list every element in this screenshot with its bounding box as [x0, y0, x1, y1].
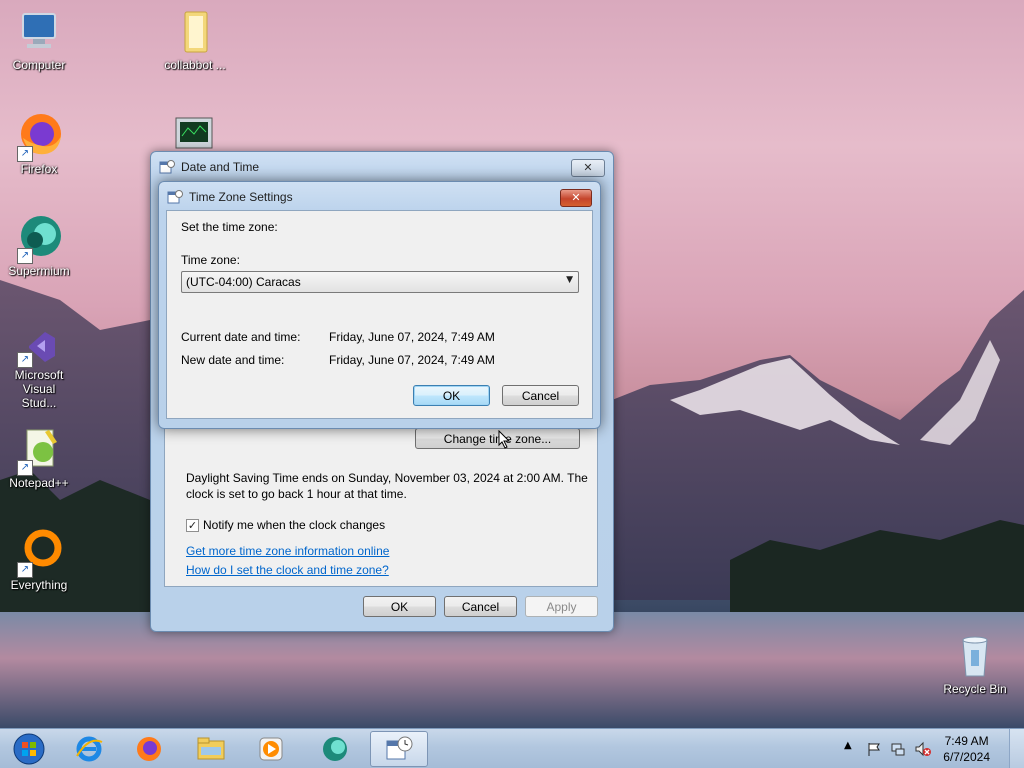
time-zone-label: Time zone: [181, 253, 240, 267]
how-to-link[interactable]: How do I set the clock and time zone? [186, 563, 389, 577]
taskbar-date-time[interactable] [370, 731, 428, 767]
start-button[interactable] [2, 731, 56, 767]
time-zone-settings-dialog: Time Zone Settings ✕ Set the time zone: … [158, 181, 601, 429]
desktop-icon-label: Notepad++ [9, 476, 69, 490]
taskbar-file-explorer[interactable] [184, 731, 238, 767]
desktop-icon-notepadpp[interactable]: ↗ Notepad++ [1, 426, 77, 490]
new-time-value: Friday, June 07, 2024, 7:49 AM [329, 353, 495, 367]
desktop-icon-label: Computer [12, 58, 66, 72]
desktop-icon-supermium[interactable]: ↗ Supermium [1, 214, 77, 278]
shortcut-arrow-icon: ↗ [17, 146, 33, 162]
clock-time: 7:49 AM [944, 734, 989, 748]
mouse-pointer-icon [498, 430, 511, 449]
desktop-icon-everything[interactable]: ↗ Everything [1, 528, 77, 592]
clock-date: 6/7/2024 [943, 750, 990, 764]
cancel-button[interactable]: Cancel [502, 385, 579, 406]
desktop-icon-collabbot-folder[interactable]: collabbot ... [157, 8, 233, 72]
calendar-clock-icon [159, 160, 175, 174]
start-orb-icon [13, 733, 45, 765]
supermium-icon [323, 737, 347, 761]
more-info-link[interactable]: Get more time zone information online [186, 544, 389, 558]
media-player-icon [259, 737, 283, 761]
shortcut-arrow-icon: ↗ [17, 352, 33, 368]
chevron-down-icon: ▼ [566, 275, 573, 285]
shortcut-arrow-icon: ↗ [17, 248, 33, 264]
internet-explorer-icon [76, 736, 103, 762]
apply-button[interactable]: Apply [525, 596, 598, 617]
monitor-app-icon [175, 117, 213, 149]
visual-studio-icon: ↗ [15, 326, 63, 368]
desktop-icon-recycle-bin[interactable]: Recycle Bin [937, 632, 1013, 696]
instruction-label: Set the time zone: [181, 220, 278, 234]
everything-search-icon: ↗ [15, 528, 63, 578]
desktop-icon-label: Microsoft Visual Stud... [14, 368, 64, 410]
action-center-flag-icon[interactable] [866, 741, 882, 757]
show-desktop-button[interactable] [1009, 729, 1024, 768]
desktop-icon-firefox[interactable]: ↗ Firefox [1, 112, 77, 176]
ok-button[interactable]: OK [363, 596, 436, 617]
taskbar-internet-explorer[interactable] [62, 731, 116, 767]
dialog-title: Time Zone Settings [189, 190, 293, 204]
notepadpp-icon: ↗ [15, 426, 63, 476]
desktop-icon-label: collabbot ... [164, 58, 226, 72]
time-zone-value: (UTC-04:00) Caracas [186, 275, 301, 289]
volume-muted-icon[interactable] [914, 741, 932, 757]
close-button[interactable]: ✕ [571, 159, 605, 177]
computer-icon [15, 8, 63, 56]
taskbar: ▲ 7:49 AM 6/7/2024 [0, 728, 1024, 768]
firefox-icon: ↗ [15, 112, 63, 162]
desktop-icon-label: Firefox [20, 162, 58, 176]
time-zone-dropdown[interactable]: (UTC-04:00) Caracas ▼ [181, 271, 579, 293]
close-button[interactable]: ✕ [560, 189, 592, 207]
firefox-icon [137, 737, 161, 761]
network-icon[interactable] [890, 741, 906, 757]
shortcut-arrow-icon: ↗ [17, 460, 33, 476]
date-time-tab-panel: Change time zone... Daylight Saving Time… [164, 428, 598, 587]
time-zone-titlebar[interactable]: Time Zone Settings ✕ [159, 182, 600, 212]
date-time-control-panel-icon [386, 736, 413, 760]
taskbar-supermium[interactable] [308, 731, 362, 767]
desktop-icon-visual-studio[interactable]: ↗ Microsoft Visual Stud... [1, 326, 77, 410]
desktop-icon-label: Supermium [8, 264, 70, 278]
dst-info-line1: Daylight Saving Time ends on Sunday, Nov… [186, 471, 588, 485]
notify-checkbox[interactable]: ✓ [186, 519, 199, 532]
folder-icon [171, 8, 219, 56]
desktop-icon-label: Recycle Bin [943, 682, 1007, 696]
notify-label: Notify me when the clock changes [203, 518, 386, 532]
system-clock[interactable]: 7:49 AM 6/7/2024 [943, 733, 990, 765]
desktop: Computer collabbot ... ↗ Firefox ↗ Super… [0, 0, 1024, 728]
cancel-button[interactable]: Cancel [444, 596, 517, 617]
file-explorer-icon [197, 737, 225, 760]
ok-button[interactable]: OK [413, 385, 490, 406]
time-zone-panel: Set the time zone: Time zone: (UTC-04:00… [166, 210, 593, 419]
shortcut-arrow-icon: ↗ [17, 562, 33, 578]
taskbar-media-player[interactable] [244, 731, 298, 767]
calendar-clock-icon [167, 190, 183, 204]
taskbar-firefox[interactable] [122, 731, 176, 767]
dst-info-line2: clock is set to go back 1 hour at that t… [186, 487, 407, 501]
new-time-label: New date and time: [181, 353, 285, 367]
date-time-titlebar[interactable]: Date and Time ✕ [151, 152, 613, 182]
supermium-icon: ↗ [15, 214, 63, 264]
current-time-label: Current date and time: [181, 330, 301, 344]
show-hidden-icons-icon[interactable]: ▲ [844, 740, 852, 751]
current-time-value: Friday, June 07, 2024, 7:49 AM [329, 330, 495, 344]
window-title: Date and Time [181, 160, 260, 174]
desktop-icon-computer[interactable]: Computer [1, 8, 77, 72]
recycle-bin-icon [951, 632, 999, 680]
desktop-icon-monitor-app[interactable] [172, 116, 216, 152]
desktop-icon-label: Everything [10, 578, 68, 592]
